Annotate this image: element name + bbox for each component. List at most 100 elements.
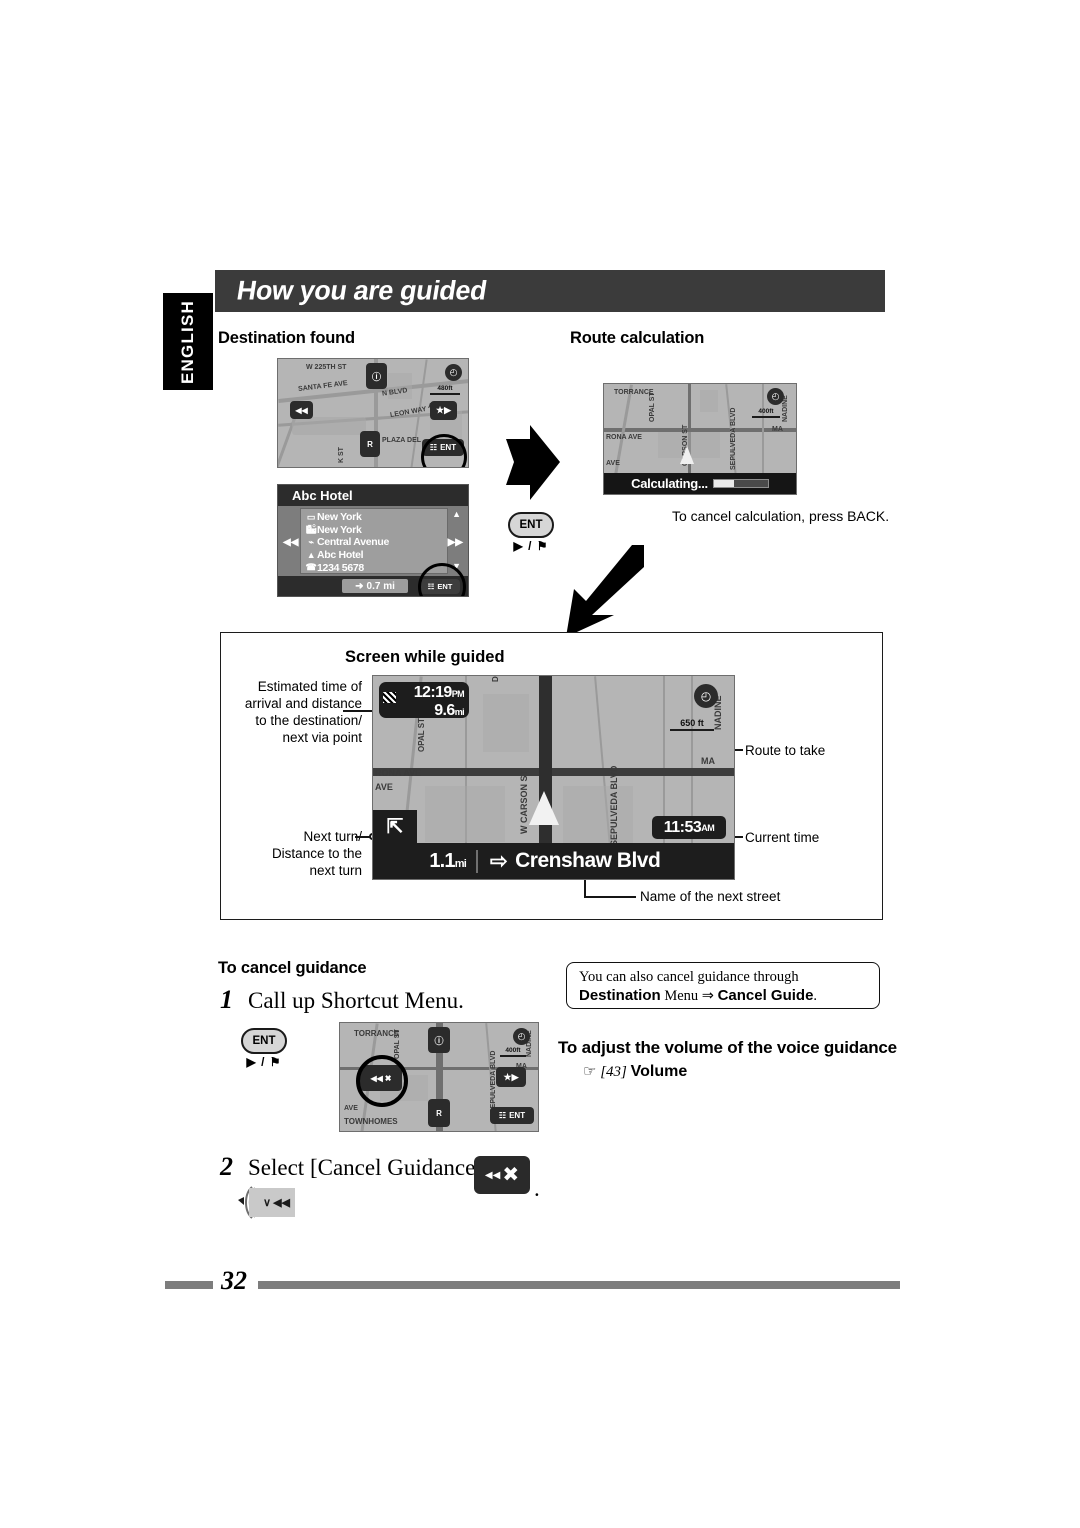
volume-reference: ☞ [43] Volume: [583, 1062, 687, 1081]
current-time-value: 11:53: [663, 818, 702, 836]
destination-list-screen: Abc Hotel ▭ New York 🏙 New York ⌁ Central A…: [277, 484, 469, 597]
favorite-star-icon[interactable]: ★▶: [496, 1067, 526, 1087]
info-icon[interactable]: ⓘ: [428, 1027, 450, 1053]
annotation-eta: Estimated time of arrival and distance t…: [244, 679, 362, 745]
info-icon[interactable]: ⓘ: [366, 363, 387, 389]
eta-time: 12:19: [413, 684, 453, 701]
cancel-guidance-button-icon[interactable]: ◀◀ ✖: [474, 1156, 530, 1194]
leader-line: [584, 880, 586, 897]
poi-icon: ▲: [306, 550, 316, 561]
state-icon: ▭: [306, 511, 316, 522]
page-title: How you are guided: [234, 275, 489, 306]
distance-pill: ➜ 0.7 mi: [342, 579, 408, 593]
skip-back-glyph: ◀◀: [484, 1169, 501, 1181]
annotation-next-street: Name of the next street: [640, 889, 781, 904]
page-number: 32: [221, 1266, 247, 1295]
route-calculation-map: TORRANCE OPAL ST RONA AVE AVE CARSON ST …: [603, 383, 797, 495]
list-item: 🏙 New York: [305, 523, 362, 536]
heading-volume-adjust: To adjust the volume of the voice guidan…: [558, 1038, 897, 1057]
checker-glyph: ☷: [498, 1111, 507, 1120]
leader-line: [584, 896, 636, 898]
route-preview-icon[interactable]: R: [428, 1099, 450, 1127]
current-time-badge: 11:53 AM: [652, 816, 726, 839]
eta-badge: 12:19PM 9.6mi: [379, 682, 469, 719]
volume-dial-icon[interactable]: ∨ ◀◀: [249, 1188, 295, 1217]
guided-map-screen: DE OPAL ST RONA AVE AVE W CARSON ST SEPU…: [372, 675, 735, 880]
skip-forward-icon[interactable]: ▶▶: [448, 537, 463, 548]
ent-key-diagram-2: ENT ▶ / ⚑: [241, 1028, 287, 1069]
page-title-bar: How you are guided: [215, 270, 885, 312]
map-road: [762, 384, 764, 476]
compass-icon: ◴: [513, 1028, 530, 1045]
step-2-period: .: [534, 1176, 540, 1201]
map-block: [292, 417, 366, 435]
step-2-text: Select [Cancel Guidance]: [248, 1155, 483, 1180]
footer-rule-left: [165, 1281, 213, 1289]
chevron-down-icon: ∨: [263, 1197, 272, 1209]
guidance-bottom-bar: 1.1mi ⇨ Crenshaw Blvd: [373, 843, 734, 879]
annotation-next-turn: Next turn/ Distance to the next turn: [271, 829, 362, 878]
callout-line-2: Destination Menu ⇒ Cancel Guide.: [579, 986, 869, 1006]
cancel-guidance-callout: You can also cancel guidance through Des…: [566, 962, 880, 1009]
distance-flag-glyph: ➜: [355, 580, 364, 592]
step-1-number: 1: [220, 985, 233, 1014]
skip-back-icon[interactable]: ◀◀: [283, 537, 298, 548]
calculating-label: Calculating...: [631, 476, 708, 491]
next-street-name: ⇨ Crenshaw Blvd: [490, 849, 661, 873]
destination-found-map: W 225TH ST SANTA FE AVE N BLVD LEON WAY …: [277, 358, 469, 468]
cancel-nav-glyph: ✖: [502, 1164, 520, 1186]
checkered-flag-icon: [383, 692, 396, 703]
ent-key-cap[interactable]: ENT: [508, 512, 554, 538]
eta-distance: 9.6: [434, 702, 455, 719]
heading-destination-found: Destination found: [218, 329, 355, 347]
map-block: [483, 694, 529, 752]
skip-back-icon[interactable]: ◀◀: [290, 401, 313, 419]
flow-arrow-right-icon: [506, 425, 560, 500]
map-scale: 650 ft: [670, 718, 714, 731]
map-scale: 480ft: [430, 385, 460, 395]
callout-destination: Destination: [579, 987, 661, 1004]
heading-to-cancel-guidance: To cancel guidance: [218, 959, 367, 977]
favorite-star-icon[interactable]: ★▶: [430, 401, 457, 420]
heading-route-calculation: Route calculation: [570, 329, 705, 347]
callout-menu: Menu: [660, 988, 702, 1004]
volume-page-ref: [43]: [600, 1064, 627, 1080]
enter-button-icon[interactable]: ☷ ENT: [490, 1107, 534, 1124]
callout-arrow-icon: ⇒: [701, 988, 714, 1004]
compass-icon: ◴: [767, 388, 784, 405]
map-block: [425, 786, 505, 842]
enter-label: ENT: [509, 1111, 526, 1120]
map-scale: 400ft: [500, 1047, 526, 1057]
step-2-number: 2: [220, 1152, 233, 1181]
ent-key-cap[interactable]: ENT: [241, 1028, 287, 1054]
city-icon: 🏙: [305, 524, 317, 535]
vehicle-arrow-icon: [529, 791, 559, 825]
step-1-text: Call up Shortcut Menu.: [248, 988, 464, 1013]
route-calculation-note: To cancel calculation, press BACK.: [672, 508, 890, 524]
calculating-progress-bar: [712, 479, 769, 488]
list-item: ▲ Abc Hotel: [306, 549, 364, 562]
ent-key-diagram-1: ENT ▶ / ⚑: [508, 512, 554, 553]
callout-period: .: [813, 988, 818, 1004]
next-turn-icon: ⇱: [373, 810, 417, 843]
eta-distance-unit: mi: [454, 707, 465, 717]
route-preview-icon[interactable]: R: [360, 431, 380, 457]
pointing-hand-icon: ☞: [583, 1064, 597, 1080]
turn-distance: 1.1mi: [373, 849, 478, 873]
footer-rule-right: [258, 1281, 900, 1289]
eta-time-suffix: PM: [451, 689, 465, 699]
callout-cancel-guide: Cancel Guide: [717, 987, 814, 1004]
map-block: [563, 786, 633, 844]
map-block: [700, 390, 718, 412]
street-icon: ⌁: [308, 536, 314, 547]
annotation-current-time: Current time: [745, 830, 820, 845]
volume-label: Volume: [630, 1063, 688, 1080]
language-tab-label: ENGLISH: [178, 299, 197, 384]
leader-line: [343, 710, 373, 712]
map-scale: 400ft: [752, 408, 780, 418]
annotation-route-to-take: Route to take: [745, 743, 826, 758]
language-tab: ENGLISH: [163, 293, 213, 390]
scroll-up-icon[interactable]: ▲: [452, 509, 461, 519]
heading-screen-while-guided: Screen while guided: [345, 648, 505, 666]
compass-icon: ◴: [694, 684, 718, 708]
